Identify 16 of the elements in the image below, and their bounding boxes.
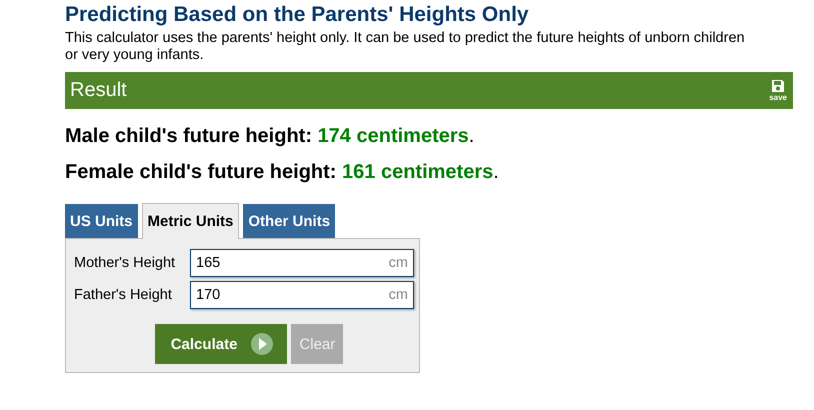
calculate-button[interactable]: Calculate: [154, 324, 288, 364]
unit-tab[interactable]: Other Units: [243, 204, 336, 238]
page-title: Predicting Based on the Parents' Heights Only: [65, 2, 530, 28]
save-icon: [771, 79, 786, 93]
result-title: Result: [70, 79, 127, 102]
play-icon: [251, 333, 274, 355]
unit-tab[interactable]: US Units: [65, 204, 138, 238]
unit-label: cm: [388, 255, 408, 271]
field-label: Father's Height: [74, 287, 173, 303]
unit-label: cm: [388, 287, 408, 303]
description: This calculator uses the parents' height only. It can be used to predict the future heights of unborn children or very young infants.: [65, 30, 746, 64]
save-button[interactable]: save: [769, 79, 787, 102]
result-text: Male child's future height: 174 centimeters.: [65, 124, 476, 149]
result-text: Female child's future height: 161 centimeters.: [65, 160, 500, 185]
field-label: Mother's Height: [74, 255, 176, 271]
unit-tab[interactable]: Metric Units: [142, 203, 240, 239]
